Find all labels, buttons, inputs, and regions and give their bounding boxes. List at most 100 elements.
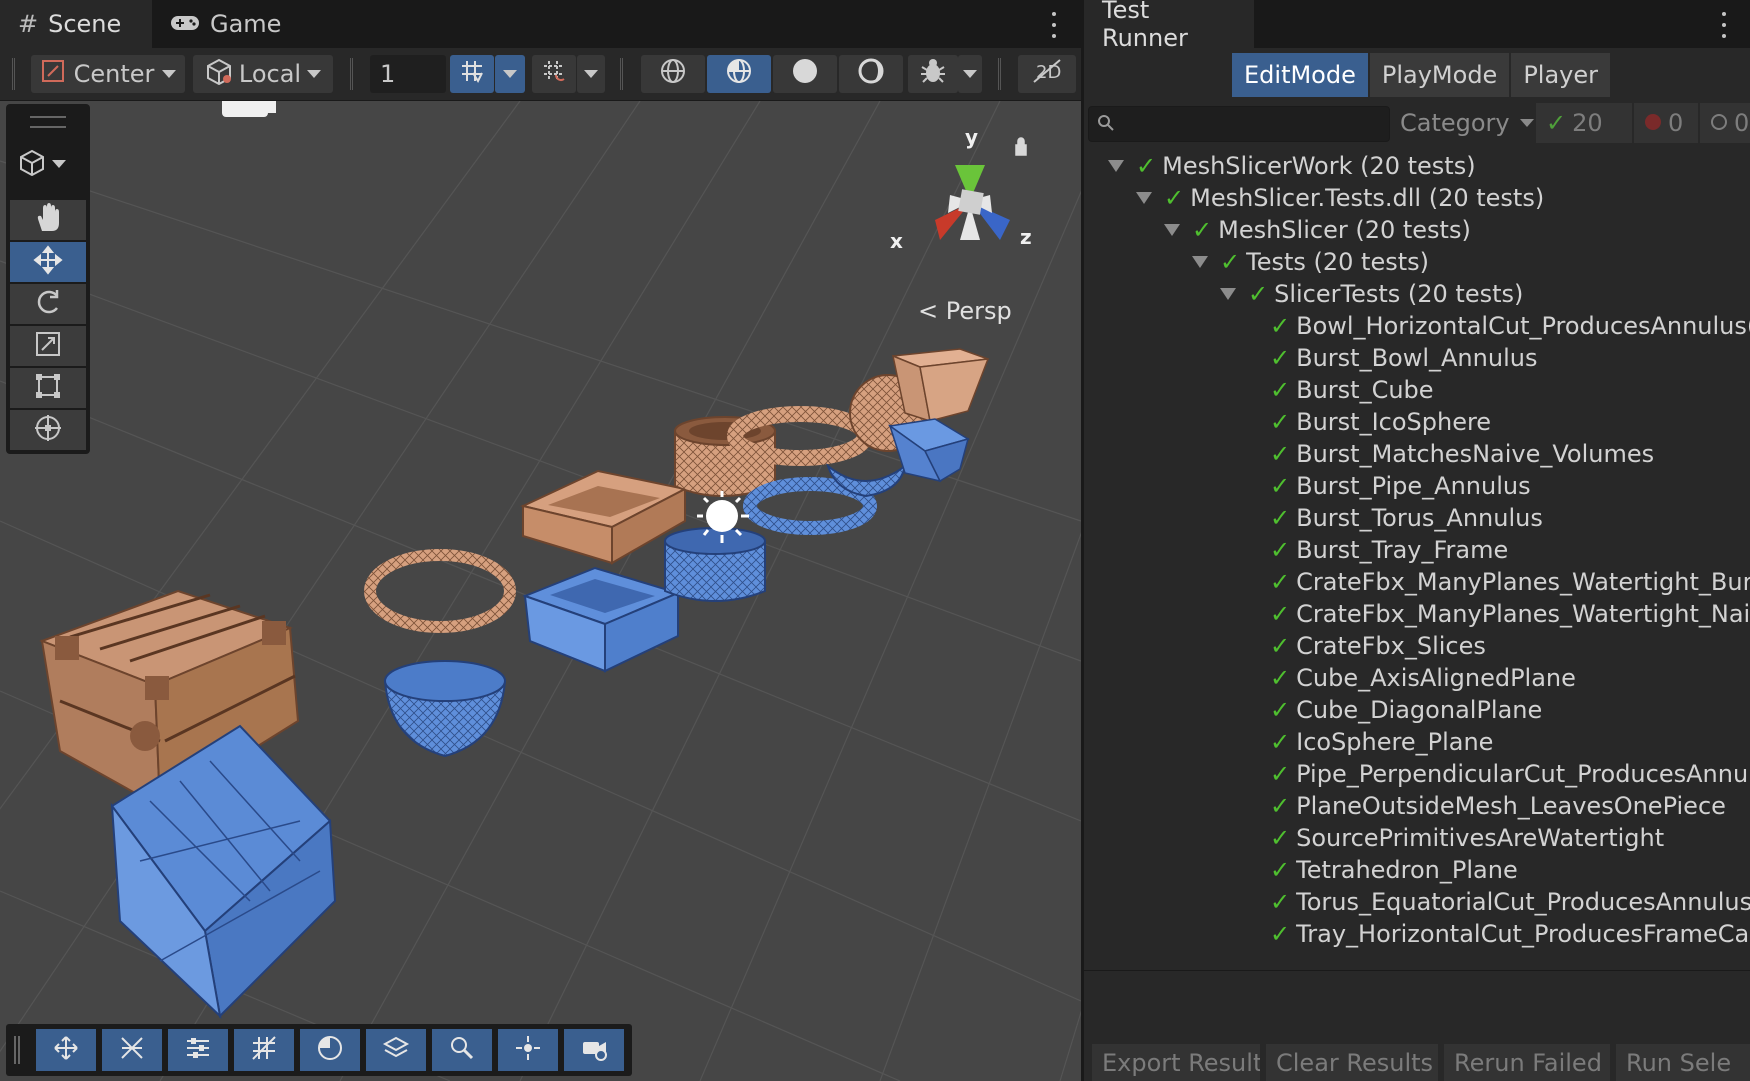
pivot-mode-dropdown[interactable]: Center	[31, 55, 185, 93]
shaded-wireframe-mode-button[interactable]	[707, 55, 771, 93]
pivot-rotation-dropdown[interactable]: Local	[193, 55, 333, 93]
test-tree-item[interactable]: ✓ SlicerTests (20 tests)	[1220, 278, 1523, 310]
overlay-grip-icon[interactable]	[30, 116, 66, 128]
expand-arrow-icon[interactable]	[1108, 160, 1124, 172]
overlay-grid-button[interactable]	[102, 1029, 162, 1071]
toolbar-grip[interactable]	[12, 58, 15, 90]
grid-size-value: 1	[380, 60, 396, 88]
search-field[interactable]	[1119, 111, 1383, 137]
camera-gizmo-icon[interactable]	[222, 101, 276, 117]
passed-check-icon: ✓	[1192, 216, 1213, 244]
failed-filter-toggle[interactable]: 0	[1634, 103, 1698, 143]
grid-snap-toggle[interactable]	[450, 55, 494, 93]
test-tree-item[interactable]: ✓ IcoSphere_Plane	[1270, 726, 1493, 758]
overlay-layers-button[interactable]	[366, 1029, 426, 1071]
test-tree-item[interactable]: ✓ MeshSlicerWork (20 tests)	[1108, 150, 1476, 182]
move-tool-button[interactable]	[10, 242, 86, 282]
test-tree-item[interactable]: ✓ Burst_Cube	[1270, 374, 1434, 406]
rerun-failed-button[interactable]: Rerun Failed	[1444, 1044, 1610, 1081]
chevron-left-icon: <	[918, 297, 939, 325]
grid-snap-dropdown[interactable]	[495, 55, 525, 93]
overlay-move-button[interactable]	[36, 1029, 96, 1071]
passed-check-icon: ✓	[1136, 152, 1157, 180]
tab-test-runner[interactable]: Test Runner	[1084, 0, 1254, 52]
rotate-tool-button[interactable]	[10, 284, 86, 324]
test-tree-item[interactable]: ✓ Pipe_PerpendicularCut_ProducesAnnul	[1270, 758, 1750, 790]
overlay-grid-visibility-button[interactable]	[234, 1029, 294, 1071]
shaded-mode-button[interactable]	[773, 55, 837, 93]
overlay-settings-button[interactable]	[168, 1029, 228, 1071]
test-tree-item[interactable]: ✓ Cube_DiagonalPlane	[1270, 694, 1542, 726]
pipe-mesh-blue[interactable]	[664, 527, 766, 602]
mode-editmode-button[interactable]: EditMode	[1232, 53, 1368, 97]
test-tree-item[interactable]: ✓ MeshSlicer.Tests.dll (20 tests)	[1136, 182, 1544, 214]
increment-snap-toggle[interactable]	[532, 55, 576, 93]
overlay-navigation-button[interactable]	[498, 1029, 558, 1071]
unlit-mode-button[interactable]	[839, 55, 903, 93]
debug-draw-button[interactable]	[908, 55, 958, 93]
skipped-filter-toggle[interactable]: 0	[1700, 103, 1750, 143]
test-tree-item[interactable]: ✓ Burst_MatchesNaive_Volumes	[1270, 438, 1654, 470]
overlay-camera-button[interactable]	[564, 1029, 624, 1071]
test-tree-item[interactable]: ✓ Torus_EquatorialCut_ProducesAnnulus	[1270, 886, 1750, 918]
tab-scene[interactable]: # Scene	[0, 0, 152, 48]
cube-mesh-orange[interactable]	[891, 348, 990, 423]
tray-mesh-orange[interactable]	[519, 469, 688, 565]
mode-playmode-button[interactable]: PlayMode	[1369, 53, 1510, 97]
test-tree-item[interactable]: ✓ CrateFbx_ManyPlanes_Watertight_Burs	[1270, 566, 1750, 598]
category-dropdown[interactable]: Category	[1400, 106, 1534, 140]
tray-mesh-blue[interactable]	[522, 566, 681, 673]
expand-arrow-icon[interactable]	[1136, 192, 1152, 204]
hand-tool-button[interactable]	[10, 200, 86, 240]
run-selected-button[interactable]: Run Sele	[1616, 1044, 1750, 1081]
wireframe-mode-button[interactable]	[641, 55, 705, 93]
overlay-search-button[interactable]	[432, 1029, 492, 1071]
test-tree-item[interactable]: ✓ Bowl_HorizontalCut_ProducesAnnulus(	[1270, 310, 1750, 342]
test-tree-item[interactable]: ✓ Burst_IcoSphere	[1270, 406, 1491, 438]
passed-filter-toggle[interactable]: ✓ 20	[1536, 103, 1632, 143]
ring-mesh-orange[interactable]	[364, 549, 516, 633]
chevron-down-icon	[963, 70, 977, 78]
test-tree-item[interactable]: ✓ Tray_HorizontalCut_ProducesFrameCa	[1270, 918, 1749, 950]
test-tree-item[interactable]: ✓ Burst_Bowl_Annulus	[1270, 342, 1537, 374]
test-tree-item[interactable]: ✓ MeshSlicer (20 tests)	[1164, 214, 1471, 246]
test-tree-item[interactable]: ✓ Burst_Tray_Frame	[1270, 534, 1508, 566]
expand-arrow-icon[interactable]	[1192, 256, 1208, 268]
expand-arrow-icon[interactable]	[1220, 288, 1236, 300]
test-tree-item[interactable]: ✓ Burst_Torus_Annulus	[1270, 502, 1543, 534]
test-tree-item[interactable]: ✓ PlaneOutsideMesh_LeavesOnePiece	[1270, 790, 1726, 822]
test-tree-item[interactable]: ✓ Burst_Pipe_Annulus	[1270, 470, 1531, 502]
transform-tool-button[interactable]	[10, 410, 86, 450]
test-tree-item[interactable]: ✓ CrateFbx_Slices	[1270, 630, 1486, 662]
bowl-mesh-blue[interactable]	[383, 660, 507, 758]
footer-divider	[1084, 970, 1750, 971]
grid-size-field[interactable]: 1	[370, 55, 446, 93]
mode-player-button[interactable]: Player	[1511, 53, 1611, 97]
test-tree-item[interactable]: ✓ Tetrahedron_Plane	[1270, 854, 1518, 886]
tool-context-dropdown[interactable]	[18, 148, 66, 180]
export-results-button[interactable]: Export Results	[1092, 1044, 1260, 1081]
test-tree-item[interactable]: ✓ CrateFbx_ManyPlanes_Watertight_Naiv	[1270, 598, 1750, 630]
tab-game[interactable]: Game	[152, 0, 302, 48]
orientation-gizmo[interactable]: y x z	[880, 125, 1040, 275]
skipped-count: 0	[1734, 109, 1750, 137]
2d-toggle-button[interactable]: 2D	[1018, 55, 1076, 93]
clear-results-button[interactable]: Clear Results	[1266, 1044, 1438, 1081]
scale-tool-button[interactable]	[10, 326, 86, 366]
test-tree-item[interactable]: ✓ SourcePrimitivesAreWatertight	[1270, 822, 1664, 854]
overlay-shading-button[interactable]	[300, 1029, 360, 1071]
projection-toggle[interactable]: < Persp	[918, 297, 1012, 325]
test-search-input[interactable]	[1088, 106, 1390, 142]
debug-draw-dropdown[interactable]	[958, 55, 982, 93]
overlay-grip-icon[interactable]	[14, 1036, 20, 1064]
test-tree-item[interactable]: ✓ Tests (20 tests)	[1192, 246, 1429, 278]
test-tree-item[interactable]: ✓ Cube_AxisAlignedPlane	[1270, 662, 1576, 694]
scene-viewport[interactable]: y x z < Persp	[0, 101, 1081, 1081]
scene-more-menu-icon[interactable]	[1051, 12, 1057, 38]
increment-snap-dropdown[interactable]	[577, 55, 605, 93]
test-runner-more-menu-icon[interactable]	[1721, 12, 1727, 38]
expand-arrow-icon[interactable]	[1164, 224, 1180, 236]
rect-tool-button[interactable]	[10, 368, 86, 408]
grid-snap-icon	[458, 57, 486, 91]
move-arrows-icon	[33, 245, 63, 279]
